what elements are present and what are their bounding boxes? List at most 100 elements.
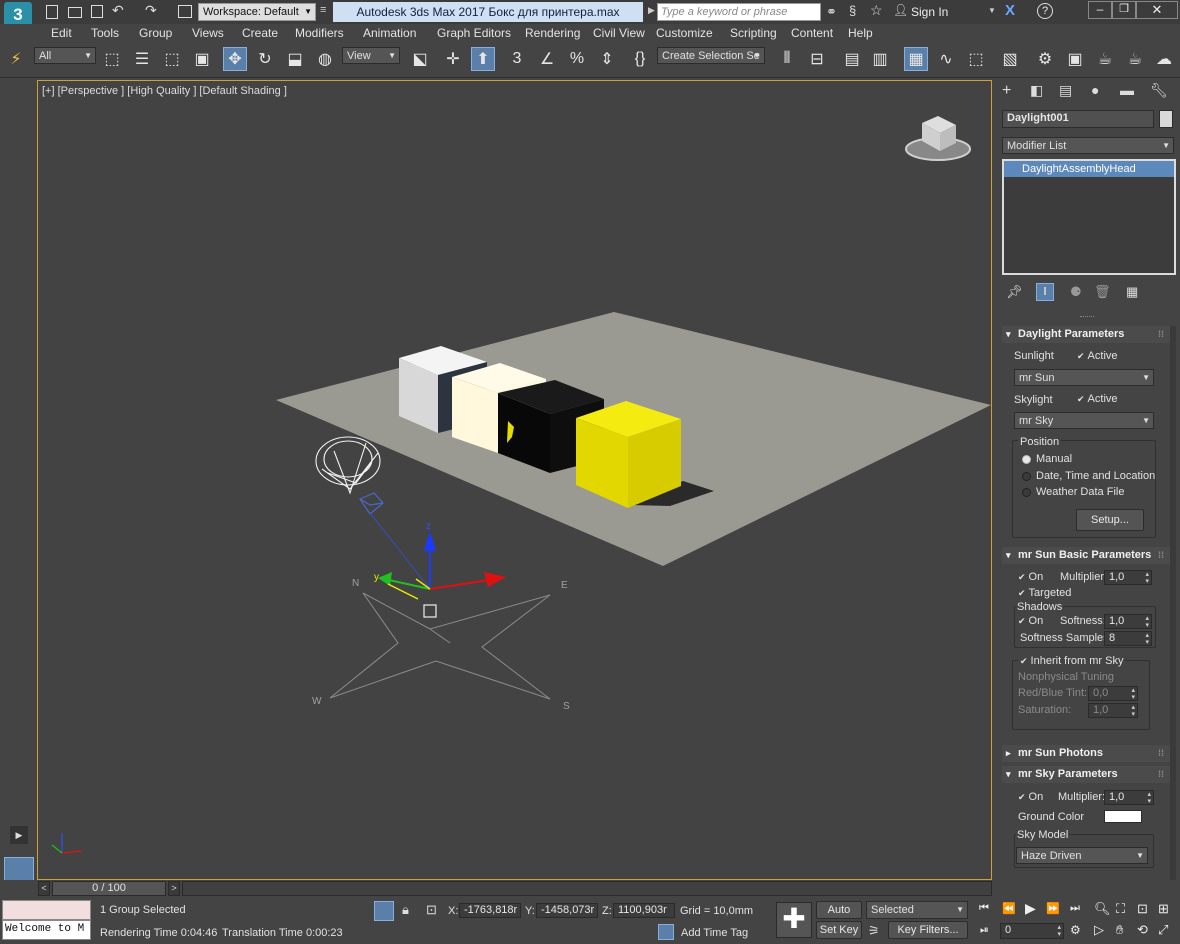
date-time-location-radio[interactable]: Date, Time and Location <box>1020 470 1155 482</box>
sky-model-dropdown[interactable]: Haze Driven ▼ <box>1016 847 1148 864</box>
timeline-track[interactable] <box>182 881 992 896</box>
hierarchy-tab-icon[interactable]: ▤ <box>1059 82 1072 99</box>
mr-sky-parameters-rollout[interactable]: ▾ mr Sky Parameters ⁞⁞ <box>1002 766 1170 783</box>
field-of-view-icon[interactable]: ▷ <box>1094 922 1104 938</box>
softness-samples-spinner[interactable]: 8 ▴ ▾ <box>1104 631 1152 646</box>
rendered-frame-window-icon[interactable]: ▣ <box>1063 47 1087 71</box>
time-slider[interactable]: 0 / 100 <box>52 881 166 896</box>
spinner-snap-icon[interactable]: ⇕ <box>595 47 619 71</box>
object-color-swatch[interactable] <box>1159 110 1173 128</box>
angle-snap-icon[interactable]: ∠ <box>535 47 559 71</box>
remove-modifier-icon[interactable]: 🗑︎ <box>1094 284 1111 300</box>
selection-filter-dropdown[interactable]: All ▼ <box>34 47 96 64</box>
pan-icon[interactable]: ✋︎ <box>1116 922 1123 938</box>
scene-explorer-icon[interactable]: ▤ <box>840 47 864 71</box>
skylight-active-checkbox[interactable]: Active <box>1077 393 1118 405</box>
render-production-icon[interactable]: ☕︎ <box>1093 47 1117 71</box>
stack-item[interactable]: DaylightAssemblyHead <box>1004 161 1174 177</box>
binoculars-icon[interactable]: ⚭ <box>826 4 837 20</box>
go-to-start-icon[interactable]: ⏮ <box>979 902 989 915</box>
menu-help[interactable]: Help <box>848 26 873 40</box>
user-icon[interactable]: 👤︎ <box>893 3 908 17</box>
select-manipulate-icon[interactable]: ✛ <box>441 47 465 71</box>
x-coordinate-field[interactable]: -1763,818r <box>459 903 521 918</box>
minimize-icon[interactable]: – <box>1088 1 1112 19</box>
time-configuration-icon[interactable]: ⚙ <box>1070 923 1081 937</box>
help-icon[interactable]: ? <box>1037 3 1053 19</box>
isolate-selection-icon[interactable] <box>374 901 394 921</box>
motion-tab-icon[interactable]: ● <box>1091 82 1099 98</box>
z-coordinate-field[interactable]: 1100,903r <box>613 903 675 918</box>
softness-spinner[interactable]: 1,0 ▴ ▾ <box>1104 614 1152 629</box>
sky-multiplier-spinner[interactable]: 1,0 ▴ ▾ <box>1104 790 1154 805</box>
rectangular-selection-icon[interactable]: ⬚ <box>160 47 184 71</box>
selection-lock-icon[interactable]: 🔒︎ <box>402 902 409 918</box>
inherit-mr-sky-checkbox[interactable]: Inherit from mr Sky <box>1018 655 1126 667</box>
align-icon[interactable]: ⊟ <box>805 47 829 71</box>
sign-in-link[interactable]: Sign In <box>911 5 948 19</box>
menu-edit[interactable]: Edit <box>51 26 72 40</box>
zoom-extents-all-icon[interactable]: ⊞ <box>1158 901 1169 917</box>
favorites-star-icon[interactable]: ☆ <box>870 2 883 19</box>
key-mode-toggle-icon[interactable]: ⏯ <box>980 924 989 937</box>
default-in-out-tangents-icon[interactable]: ⚞ <box>868 923 880 939</box>
search-arrow-icon[interactable]: ▶ <box>648 5 655 16</box>
ribbon-toggle-icon[interactable]: ▦ <box>904 47 928 71</box>
orbit-icon[interactable]: ⟲ <box>1137 922 1148 938</box>
select-and-move-icon[interactable]: ✥ <box>223 47 247 71</box>
render-setup-icon[interactable]: ⚙ <box>1033 47 1057 71</box>
chevron-down-icon[interactable]: ▼ <box>988 6 996 15</box>
select-and-scale-icon[interactable]: ⬓ <box>283 47 307 71</box>
mr-sun-photons-rollout[interactable]: ▸ mr Sun Photons ⁞⁞ <box>1002 745 1170 762</box>
setup-button[interactable]: Setup... <box>1076 509 1144 531</box>
zoom-extents-icon[interactable]: ⊡ <box>1137 901 1148 917</box>
panel-scrollbar[interactable] <box>1170 326 1176 886</box>
make-unique-icon[interactable]: ⚈ <box>1070 284 1082 300</box>
set-key-button[interactable]: Set Key <box>816 921 862 939</box>
schematic-view-icon[interactable]: ⬚ <box>964 47 988 71</box>
close-icon[interactable]: ✕ <box>1136 1 1178 19</box>
menu-tools[interactable]: Tools <box>91 26 119 40</box>
select-and-rotate-icon[interactable]: ↻ <box>253 47 277 71</box>
curve-editor-icon[interactable]: ∿ <box>934 47 958 71</box>
select-object-icon[interactable]: ⬚ <box>100 47 124 71</box>
configure-modifier-sets-icon[interactable]: ▦ <box>1126 284 1138 300</box>
display-tab-icon[interactable]: ▬ <box>1120 82 1134 98</box>
selection-set-dropdown[interactable]: Create Selection Se ▼ <box>657 47 765 64</box>
y-coordinate-field[interactable]: -1458,073r <box>536 903 598 918</box>
zoom-all-icon[interactable]: ⛶ <box>1116 901 1125 917</box>
render-cloud-icon[interactable]: ☁ <box>1152 47 1176 71</box>
compass-rose[interactable] <box>329 592 551 700</box>
render-iterative-icon[interactable]: ☕︎ <box>1123 47 1147 71</box>
mr-sun-basic-rollout[interactable]: ▾ mr Sun Basic Parameters ⁞⁞ <box>1002 547 1170 564</box>
timeline-expand-icon[interactable]: ▶ <box>10 826 28 844</box>
ground-color-swatch[interactable] <box>1104 810 1142 823</box>
sky-on-checkbox[interactable]: On <box>1018 791 1044 803</box>
reference-coordinate-dropdown[interactable]: View ▼ <box>342 47 400 64</box>
skylight-type-dropdown[interactable]: mr Sky ▼ <box>1014 412 1154 429</box>
sun-on-checkbox[interactable]: On <box>1018 571 1044 583</box>
modify-tab-icon[interactable]: ◧ <box>1030 82 1043 99</box>
subscription-icon[interactable]: § <box>849 3 856 18</box>
weather-data-file-radio[interactable]: Weather Data File <box>1020 486 1124 498</box>
previous-frame-icon[interactable]: ⏪ <box>1002 902 1016 915</box>
current-frame-field[interactable]: 0 ▴ ▾ <box>1000 923 1064 939</box>
save-icon[interactable] <box>91 5 103 18</box>
targeted-checkbox[interactable]: Targeted <box>1018 587 1072 599</box>
sunlight-active-checkbox[interactable]: Active <box>1077 350 1118 362</box>
set-key-big-icon[interactable]: ✚ <box>776 902 812 938</box>
search-input[interactable]: Type a keyword or phrase <box>657 3 821 21</box>
pin-stack-icon[interactable]: 📌︎ <box>1006 284 1023 300</box>
sunlight-type-dropdown[interactable]: mr Sun ▼ <box>1014 369 1154 386</box>
key-filters-button[interactable]: Key Filters... <box>888 921 968 939</box>
snaps-toggle-icon[interactable]: 3 <box>505 47 529 71</box>
absolute-mode-icon[interactable]: ⊡ <box>426 902 437 918</box>
menu-customize[interactable]: Customize <box>656 26 713 40</box>
select-and-place-icon[interactable]: ◍ <box>313 47 337 71</box>
menu-create[interactable]: Create <box>242 26 278 40</box>
maxscript-input[interactable]: Welcome to M <box>2 920 91 940</box>
exchange-apps-icon[interactable]: X <box>1005 2 1015 19</box>
mirror-icon[interactable]: ⫴ <box>775 47 799 71</box>
menu-animation[interactable]: Animation <box>363 26 416 40</box>
open-file-icon[interactable] <box>68 7 82 18</box>
